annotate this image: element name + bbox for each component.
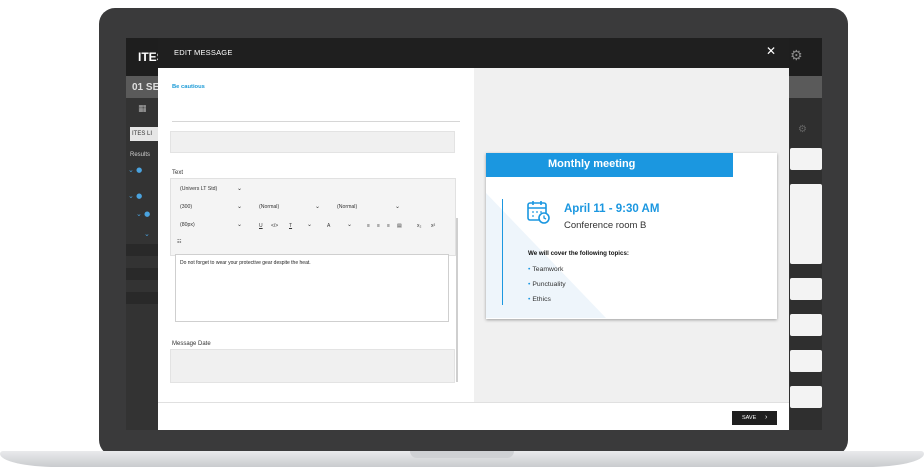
modal-title: EDIT MESSAGE: [174, 48, 233, 57]
underline-icon[interactable]: U: [259, 223, 263, 229]
subscript-icon[interactable]: x₂: [417, 223, 421, 229]
app-row: [126, 244, 158, 256]
tree-expand-icon[interactable]: ⌄: [144, 230, 150, 238]
slide-accent-line: [502, 199, 503, 305]
slide-title: Monthly meeting: [548, 158, 636, 170]
app-chip[interactable]: ITES LI: [130, 127, 160, 141]
font-weight-select[interactable]: (300): [180, 204, 192, 210]
code-icon[interactable]: </>: [271, 223, 278, 229]
message-date-field[interactable]: [170, 349, 455, 383]
slide-cover-heading: We will cover the following topics:: [528, 250, 629, 257]
divider: [172, 121, 460, 122]
style-select[interactable]: (Normal): [259, 204, 279, 210]
laptop-notch: [410, 451, 514, 458]
app-results-label: Results: [130, 152, 151, 158]
align-right-icon[interactable]: ≡: [387, 223, 390, 229]
editor-toolbar: (Univers LT Std) ⌄ (300) ⌄ (Normal) ⌄ (N…: [170, 178, 456, 256]
modal-footer: SAVE ›: [158, 402, 789, 430]
topic-item: • Punctuality: [528, 281, 566, 288]
tree-expand-icon[interactable]: ⌄ ●: [136, 210, 150, 218]
chevron-down-icon[interactable]: ⌄: [307, 221, 312, 228]
topic-label: Ethics: [532, 296, 551, 303]
topic-label: Teamwork: [532, 266, 564, 273]
text-format-icon[interactable]: T: [289, 223, 292, 229]
topic-item: • Ethics: [528, 296, 551, 303]
chevron-down-icon[interactable]: ⌄: [315, 203, 320, 210]
slide-preview: Monthly meeting April 11 - 9:30 AM Confe…: [486, 153, 777, 319]
align-left-icon[interactable]: ≡: [367, 223, 370, 229]
superscript-icon[interactable]: x²: [431, 223, 435, 229]
topic-label: Punctuality: [532, 281, 566, 288]
chevron-down-icon[interactable]: ⌄: [237, 185, 242, 192]
calendar-clock-icon: [527, 201, 550, 224]
editor-text: Do not forget to wear your protective ge…: [180, 260, 311, 266]
message-textarea[interactable]: [170, 131, 455, 153]
tree-expand-icon[interactable]: ⌄ ●: [128, 166, 142, 174]
rich-text-editor[interactable]: Do not forget to wear your protective ge…: [175, 254, 449, 322]
slide-date-time: April 11 - 9:30 AM: [564, 203, 660, 215]
text-label: Text: [172, 170, 184, 176]
app-right-card[interactable]: [790, 350, 822, 372]
caution-link[interactable]: Be cautious: [172, 84, 205, 90]
chevron-down-icon[interactable]: ⌄: [237, 203, 242, 210]
tree-expand-icon[interactable]: ⌄ ●: [128, 192, 142, 200]
app-left-panel: [126, 98, 158, 430]
chevron-down-icon[interactable]: ⌄: [347, 221, 352, 228]
form-pane: Be cautious Text (Univers LT Std) ⌄ (300…: [158, 68, 474, 402]
app-right-card[interactable]: [790, 148, 822, 170]
app-right-card[interactable]: [790, 184, 822, 264]
app-right-card[interactable]: [790, 314, 822, 336]
close-icon[interactable]: ✕: [766, 44, 776, 58]
slide-room: Conference room B: [564, 220, 647, 231]
save-button[interactable]: SAVE ›: [732, 411, 777, 425]
app-row: [126, 292, 158, 304]
list-icon[interactable]: ☷: [177, 239, 181, 245]
app-right-card[interactable]: [790, 278, 822, 300]
save-button-label: SAVE: [742, 415, 757, 421]
font-color-icon[interactable]: A: [327, 223, 330, 229]
style-select[interactable]: (Normal): [337, 204, 357, 210]
chevron-down-icon[interactable]: ⌄: [237, 221, 242, 228]
chevron-down-icon[interactable]: ⌄: [395, 203, 400, 210]
font-size-select[interactable]: (80px): [180, 222, 195, 228]
scrollbar[interactable]: [456, 218, 458, 382]
message-date-label: Message Date: [172, 341, 211, 347]
modal-header: [158, 38, 789, 68]
app-row: [126, 268, 158, 280]
app-right-card[interactable]: [790, 386, 822, 408]
align-center-icon[interactable]: ≡: [377, 223, 380, 229]
app-subheader-label: 01 SE: [132, 82, 160, 93]
font-family-select[interactable]: (Univers LT Std): [180, 186, 217, 192]
chevron-right-icon: ›: [765, 414, 768, 421]
grid-icon[interactable]: ▦: [138, 104, 147, 114]
align-justify-icon[interactable]: ▤: [397, 223, 402, 229]
topic-item: • Teamwork: [528, 266, 564, 273]
gear-icon[interactable]: ⚙: [798, 124, 807, 135]
gear-icon[interactable]: ⚙: [790, 48, 803, 64]
